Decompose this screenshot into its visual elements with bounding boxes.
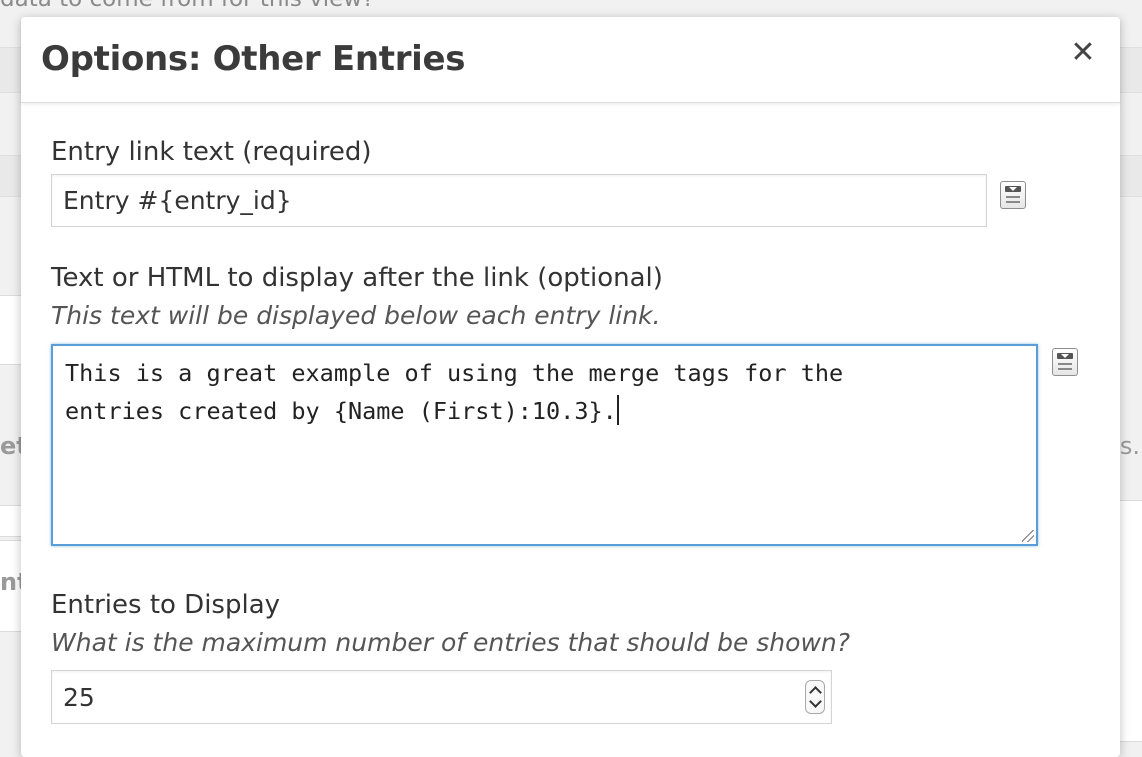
- textarea-content: This is a great example of using the mer…: [65, 359, 844, 425]
- entries-to-display-value: 25: [63, 682, 95, 712]
- after-link-hint: This text will be displayed below each e…: [51, 301, 661, 330]
- background-text-fragment: s.: [1119, 432, 1140, 460]
- after-link-label: Text or HTML to display after the link (…: [51, 263, 663, 293]
- number-spinner-icon[interactable]: [805, 680, 825, 714]
- background-panel: [1119, 500, 1142, 742]
- options-dialog: Options: Other Entries ✕ Entry link text…: [21, 17, 1120, 757]
- resize-grip-icon[interactable]: [1022, 530, 1034, 542]
- spinner-down-icon[interactable]: [809, 695, 822, 708]
- entries-to-display-input[interactable]: 25: [51, 670, 832, 724]
- background-question-text: data to come from for this view?: [0, 0, 374, 12]
- text-caret: [616, 395, 619, 425]
- after-link-textarea[interactable]: This is a great example of using the mer…: [51, 344, 1038, 546]
- dialog-title: Options: Other Entries: [41, 39, 466, 79]
- merge-tags-icon[interactable]: [1052, 348, 1078, 376]
- close-icon[interactable]: ✕: [1066, 35, 1100, 70]
- entry-link-text-input[interactable]: Entry #{entry_id}: [51, 174, 987, 227]
- merge-tags-icon[interactable]: [1000, 181, 1026, 209]
- background-panel: [0, 295, 23, 365]
- entry-link-text-label: Entry link text (required): [51, 137, 372, 167]
- dialog-header: Options: Other Entries ✕: [21, 17, 1120, 103]
- entries-to-display-hint: What is the maximum number of entries th…: [51, 628, 851, 657]
- entries-to-display-label: Entries to Display: [51, 590, 281, 620]
- background-panel: [0, 505, 23, 537]
